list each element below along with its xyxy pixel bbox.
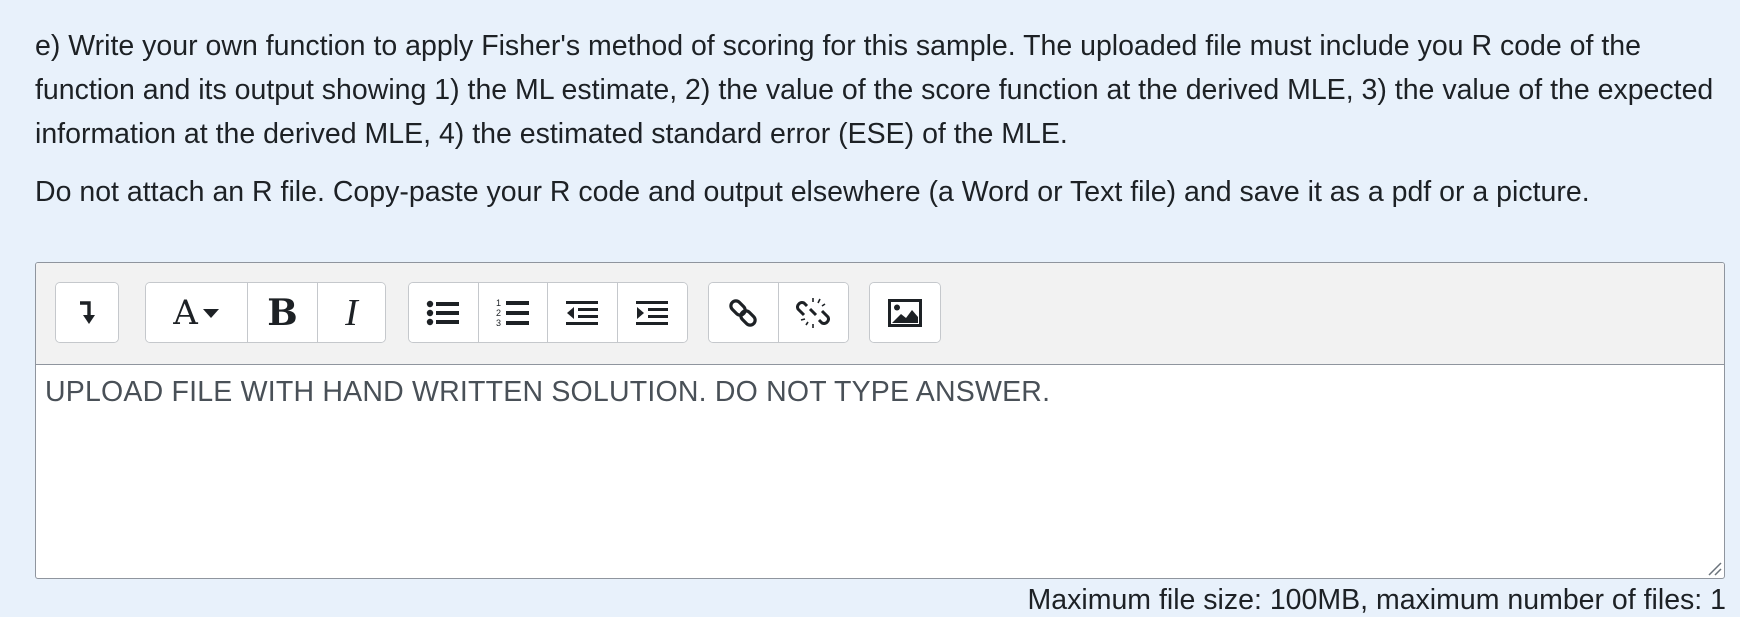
font-style-icon: A: [173, 296, 220, 330]
outdent-icon: [565, 299, 599, 327]
svg-text:2: 2: [496, 308, 501, 318]
unordered-list-icon: [426, 299, 460, 327]
file-size-info: Maximum file size: 100MB, maximum number…: [1027, 584, 1726, 616]
link-button[interactable]: [709, 283, 779, 342]
resize-handle-icon[interactable]: [1706, 560, 1722, 576]
rich-text-editor: A B I 1 2 3 UPLOAD FILE WITH HAND WRITTE…: [35, 262, 1725, 579]
font-style-label: A: [173, 292, 198, 333]
unordered-list-button[interactable]: [409, 283, 479, 342]
image-button[interactable]: [870, 283, 940, 342]
toolbar-group-links: [708, 282, 849, 343]
question-paragraph-2: Do not attach an R file. Copy-paste your…: [35, 176, 1590, 208]
ordered-list-button[interactable]: 1 2 3: [478, 283, 548, 342]
toolbar-group-media: [869, 282, 941, 343]
toolbar-group-text-style: A B I: [145, 282, 386, 343]
toolbar-group-toggle: [55, 282, 119, 343]
link-icon: [726, 296, 760, 330]
indent-button[interactable]: [617, 283, 687, 342]
toggle-toolbar-button[interactable]: [56, 283, 118, 342]
italic-icon: I: [345, 291, 358, 334]
svg-text:1: 1: [496, 298, 501, 308]
editor-content-area[interactable]: UPLOAD FILE WITH HAND WRITTEN SOLUTION. …: [36, 364, 1724, 578]
unlink-icon: [796, 296, 831, 330]
image-icon: [888, 298, 922, 327]
editor-toolbar: A B I 1 2 3: [36, 263, 1724, 365]
indent-icon: [635, 299, 669, 327]
outdent-button[interactable]: [548, 283, 618, 342]
italic-button[interactable]: I: [318, 283, 385, 342]
bold-icon: B: [267, 291, 298, 334]
font-style-button[interactable]: A: [146, 283, 248, 342]
question-paragraph-1: e) Write your own function to apply Fish…: [35, 30, 1714, 150]
bold-button[interactable]: B: [248, 283, 318, 342]
question-text: e) Write your own function to apply Fish…: [35, 24, 1725, 214]
toggle-toolbar-icon: [77, 300, 97, 326]
unlink-button[interactable]: [778, 283, 848, 342]
editor-content-text: UPLOAD FILE WITH HAND WRITTEN SOLUTION. …: [45, 376, 1051, 408]
toolbar-group-lists: 1 2 3: [408, 282, 688, 343]
ordered-list-icon: 1 2 3: [496, 297, 530, 329]
svg-text:3: 3: [496, 318, 501, 328]
